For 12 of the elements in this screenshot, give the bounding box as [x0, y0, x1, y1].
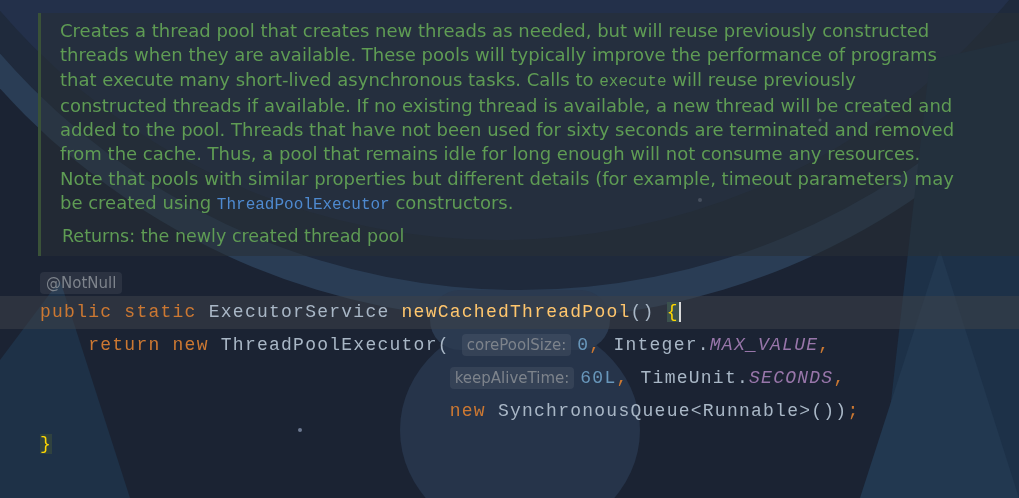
- code-text: return new ThreadPoolExecutor(: [87, 333, 451, 357]
- returns-text: Returns: the newly created thread pool: [62, 225, 406, 249]
- code-link[interactable]: ThreadPoolExecutor: [216, 196, 390, 215]
- code-text: 0, Integer.MAX_VALUE,: [577, 333, 831, 357]
- doc-paragraph: Creates a thread pool that creates new threads as needed, but will reuse previously constructed threads when they are available. These pools will typically improve the performance of programs that execute many short-lived asynchronous tasks. Calls to execute will reuse previously constructed threads if available. If no existing thread is available, a new thread will be created and added to the pool. Threads that have not been used for sixty seconds are terminated and removed from the cache. Thus, a pool that remains idle for long enough will not consume any resources. Note that pools with similar properties but different details (for example, timeout parameters) may be created using ThreadPoolExecutor constructors.: [60, 19, 956, 217]
- annotation-hint: @NotNull: [40, 271, 123, 295]
- parameter-hint: keepAliveTime:: [449, 366, 575, 390]
- parameter-hint: corePoolSize:: [461, 333, 572, 357]
- code-text: }: [40, 432, 53, 456]
- code-text: 60L, TimeUnit.SECONDS,: [580, 366, 846, 390]
- code-text: new SynchronousQueue<Runnable>());: [449, 399, 860, 423]
- code-text: public static ExecutorService newCachedThreadPool() {: [40, 300, 681, 324]
